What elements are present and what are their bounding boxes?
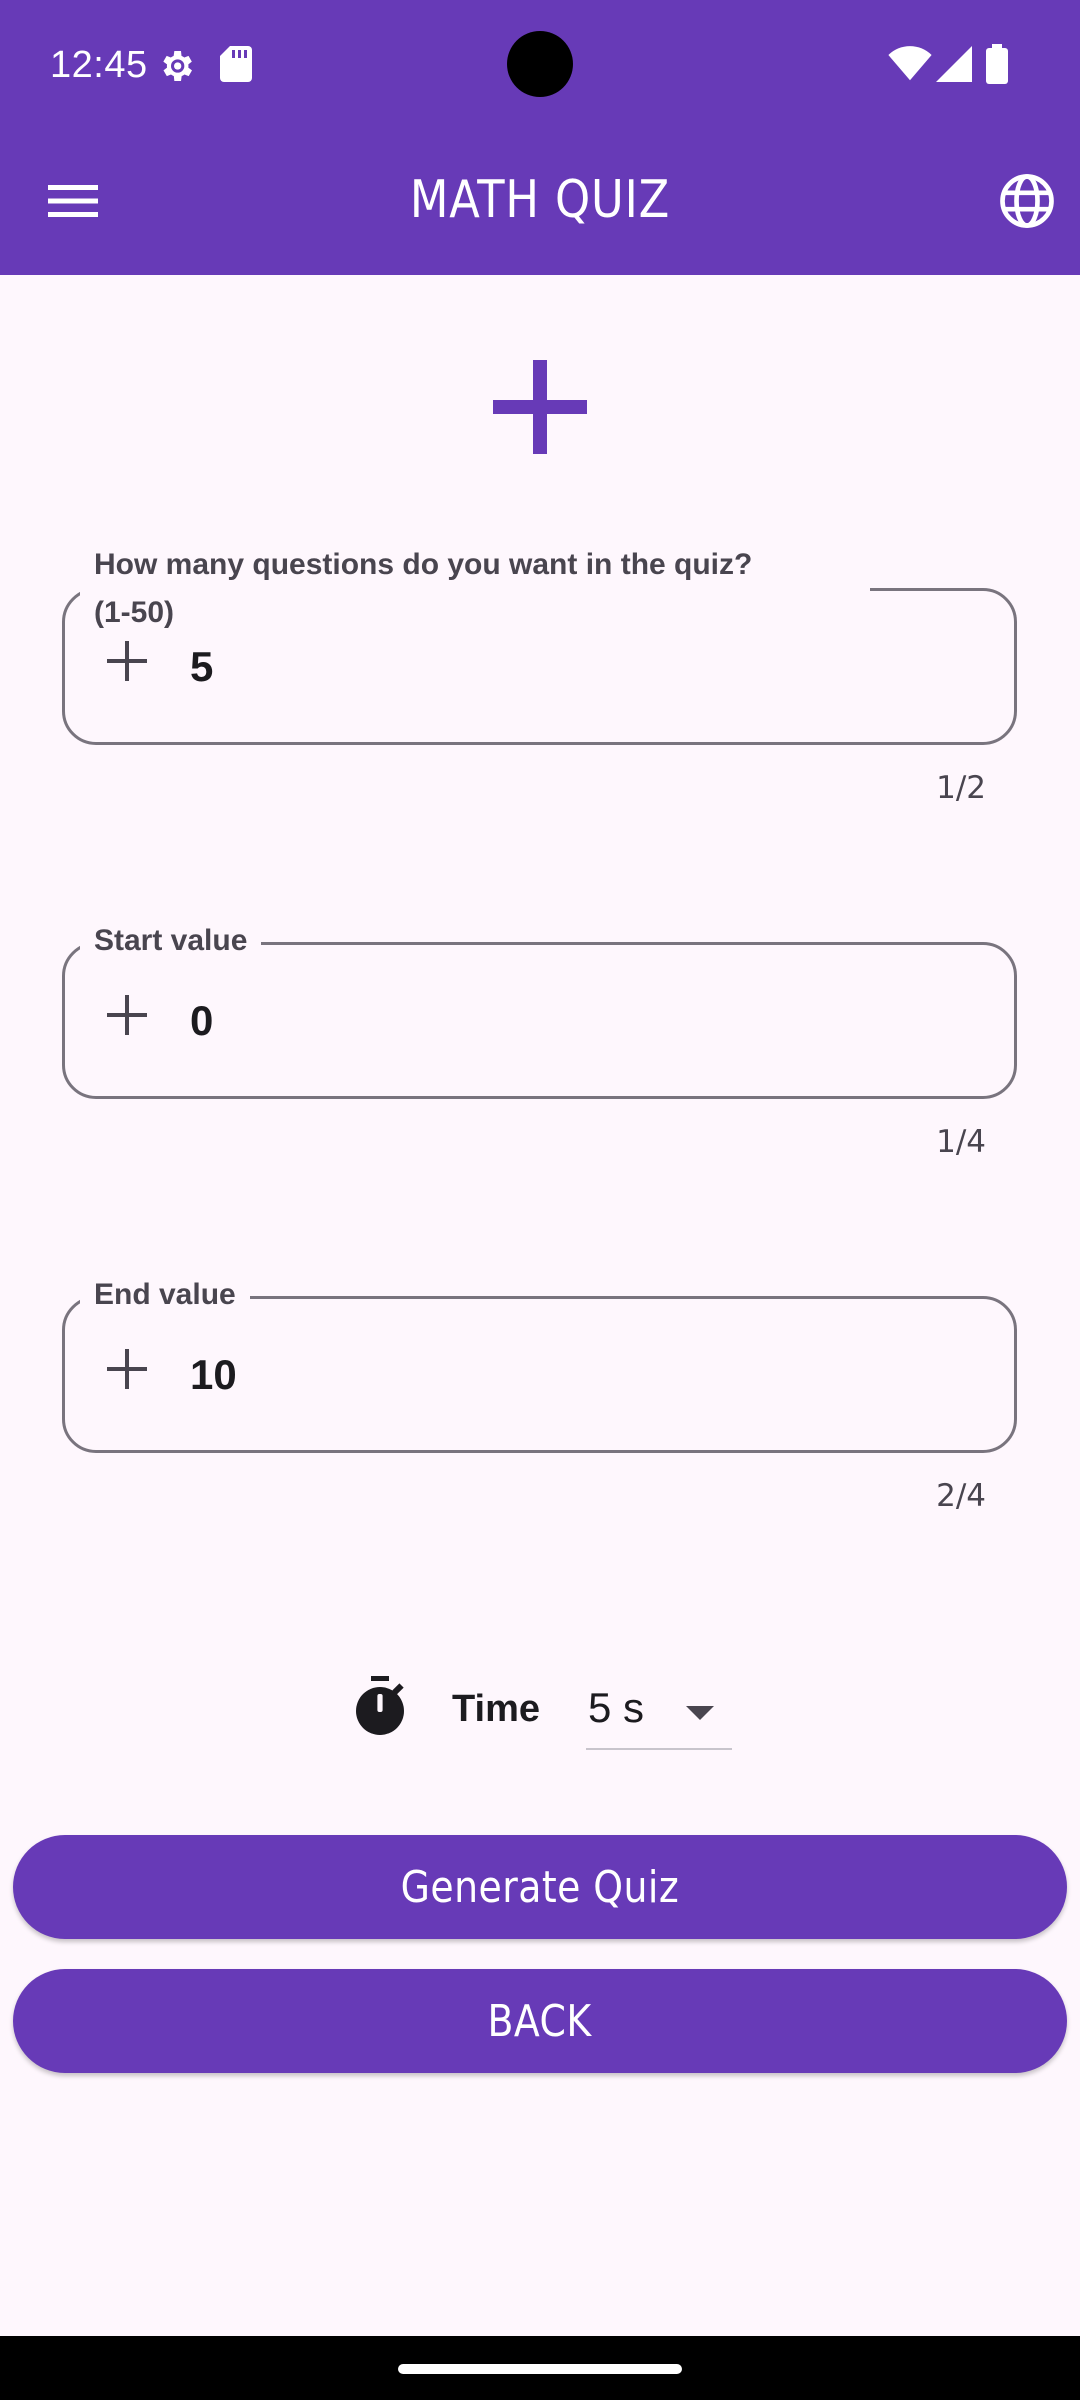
time-label: Time xyxy=(452,1688,541,1730)
end-value-value[interactable]: 10 xyxy=(190,1299,237,1450)
end-value-label: End value xyxy=(80,1272,250,1318)
camera-cutout xyxy=(507,31,573,97)
battery-icon xyxy=(986,44,1008,89)
back-label: BACK xyxy=(487,1995,593,2047)
language-button[interactable] xyxy=(994,170,1060,236)
end-value-field[interactable]: 10 xyxy=(62,1296,1017,1453)
settings-gear-icon xyxy=(156,46,196,91)
time-selected-value: 5 s xyxy=(588,1684,645,1731)
cell-signal-icon xyxy=(936,46,972,87)
question-count-label: How many questions do you want in the qu… xyxy=(80,541,870,637)
app-top-bar: 12:45 MATH QUIZ xyxy=(0,0,1080,275)
generate-quiz-label: Generate Quiz xyxy=(400,1861,680,1913)
globe-icon xyxy=(999,173,1055,234)
plus-icon xyxy=(107,995,147,1040)
question-count-label-line1: How many questions do you want in the qu… xyxy=(94,548,753,581)
app-title: MATH QUIZ xyxy=(409,170,671,230)
plus-icon xyxy=(107,1349,147,1394)
plus-operation-icon xyxy=(493,360,587,459)
sd-card-icon xyxy=(220,46,252,87)
wifi-icon xyxy=(888,46,932,87)
start-value-field[interactable]: 0 xyxy=(62,942,1017,1099)
status-time: 12:45 xyxy=(50,44,148,86)
start-value-counter: 1/4 xyxy=(936,1124,986,1160)
stopwatch-icon xyxy=(353,1676,407,1741)
time-dropdown[interactable]: 5 s xyxy=(586,1672,732,1750)
back-button[interactable]: BACK xyxy=(13,1969,1067,2073)
question-count-counter: 1/2 xyxy=(936,770,986,806)
end-value-counter: 2/4 xyxy=(936,1478,986,1514)
start-value-value[interactable]: 0 xyxy=(190,945,213,1096)
plus-icon xyxy=(107,641,147,686)
home-gesture-handle[interactable] xyxy=(398,2364,682,2374)
dropdown-arrow-icon xyxy=(686,1706,714,1720)
start-value-label: Start value xyxy=(80,918,262,964)
generate-quiz-button[interactable]: Generate Quiz xyxy=(13,1835,1067,1939)
question-count-label-line2: (1-50) xyxy=(94,596,175,629)
